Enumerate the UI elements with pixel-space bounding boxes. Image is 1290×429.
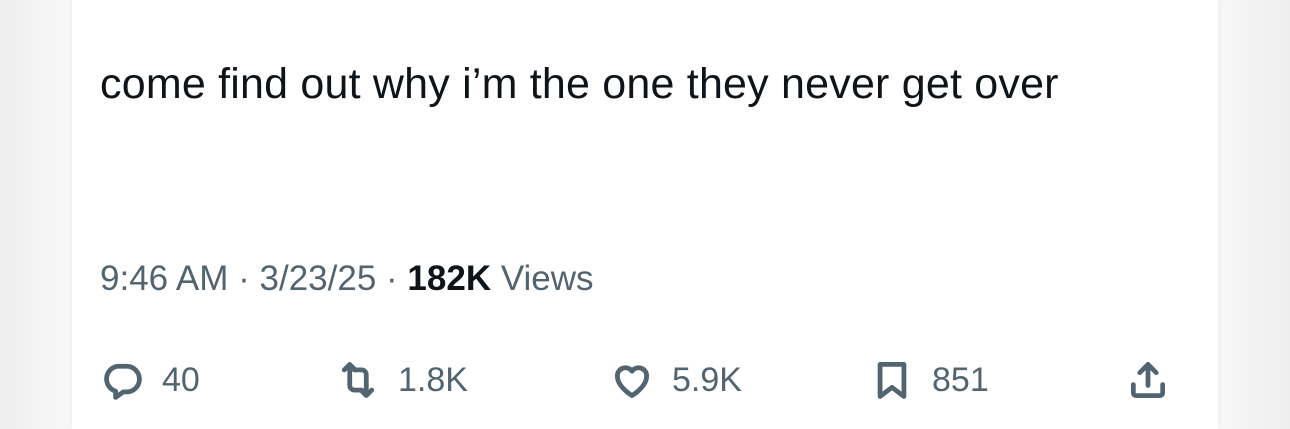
tweet-date[interactable]: 3/23/25 [260,259,377,298]
tweet-card: come find out why i’m the one they never… [72,0,1218,429]
tweet-meta: 9:46 AM · 3/23/25 · 182K Views [100,256,594,302]
meta-separator: · [228,259,260,298]
like-count: 5.9K [672,360,742,399]
tweet-actions-bar: 40 1.8K 5.9K 851 [72,350,1218,410]
views-count[interactable]: 182K [407,259,491,298]
bookmark-count: 851 [932,360,989,399]
reply-count: 40 [162,360,200,399]
views-label: Views [491,259,594,298]
like-button[interactable]: 5.9K [610,350,742,410]
bookmark-icon [877,362,907,399]
share-upload-icon [1130,362,1166,398]
heart-icon [614,365,650,398]
meta-separator: · [376,259,408,298]
share-button[interactable] [1126,350,1170,410]
retweet-count: 1.8K [398,360,468,399]
tweet-time[interactable]: 9:46 AM [100,259,228,298]
reply-button[interactable]: 40 [100,350,200,410]
screen-background: come find out why i’m the one they never… [0,0,1290,429]
reply-bubble-icon [104,363,142,400]
bookmark-button[interactable]: 851 [870,350,989,410]
retweet-icon [341,362,375,398]
tweet-text: come find out why i’m the one they never… [100,60,1059,108]
retweet-button[interactable]: 1.8K [336,350,468,410]
